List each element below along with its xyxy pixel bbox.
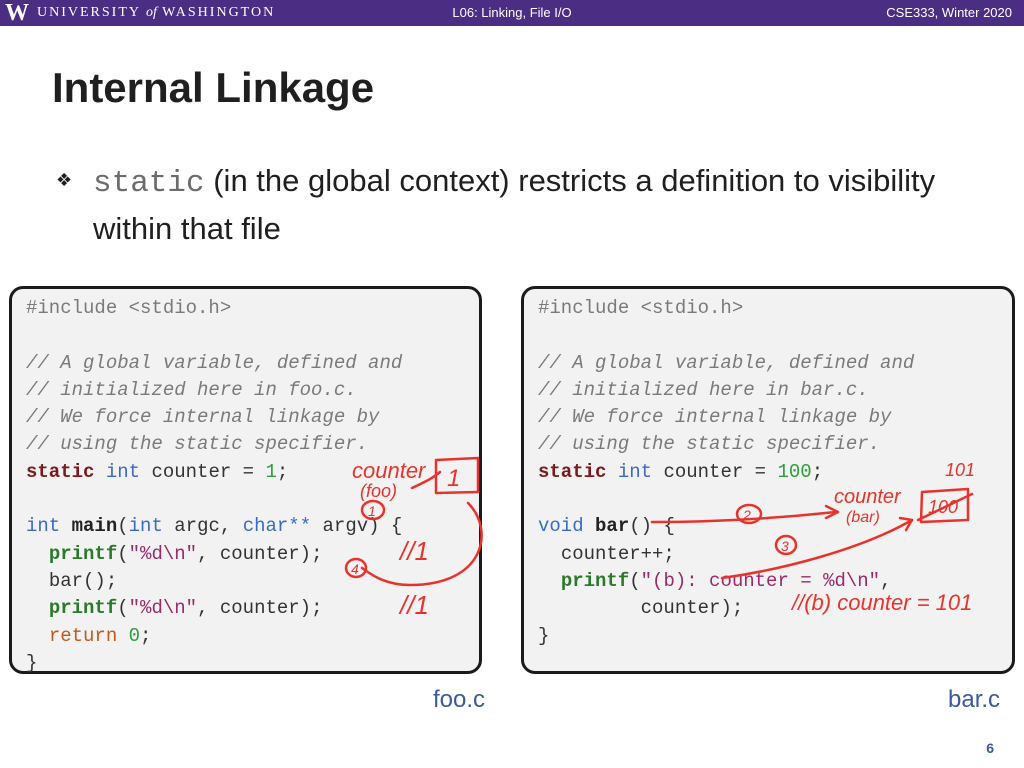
foo-code: #include <stdio.h> // A global variable,… [26,297,403,674]
course-label: CSE333, Winter 2020 [886,5,1012,20]
static-keyword: static [93,166,205,201]
bar-code-box: #include <stdio.h> // A global variable,… [521,286,1015,674]
foo-file-label: foo.c [433,686,486,713]
bullet-description: (in the global context) restricts a defi… [93,163,936,246]
lecture-title: L06: Linking, File I/O [452,5,572,20]
header-bar: W UNIVERSITY of WASHINGTON L06: Linking,… [0,0,1024,26]
slide-title: Internal Linkage [52,64,375,111]
page-number: 6 [986,740,994,756]
diamond-bullet-icon: ❖ [56,170,73,190]
bar-file-label: bar.c [948,686,1001,713]
bullet-text: static (in the global context) restricts… [93,158,953,251]
foo-code-box: #include <stdio.h> // A global variable,… [9,286,482,674]
bar-code: #include <stdio.h> // A global variable,… [538,297,915,647]
